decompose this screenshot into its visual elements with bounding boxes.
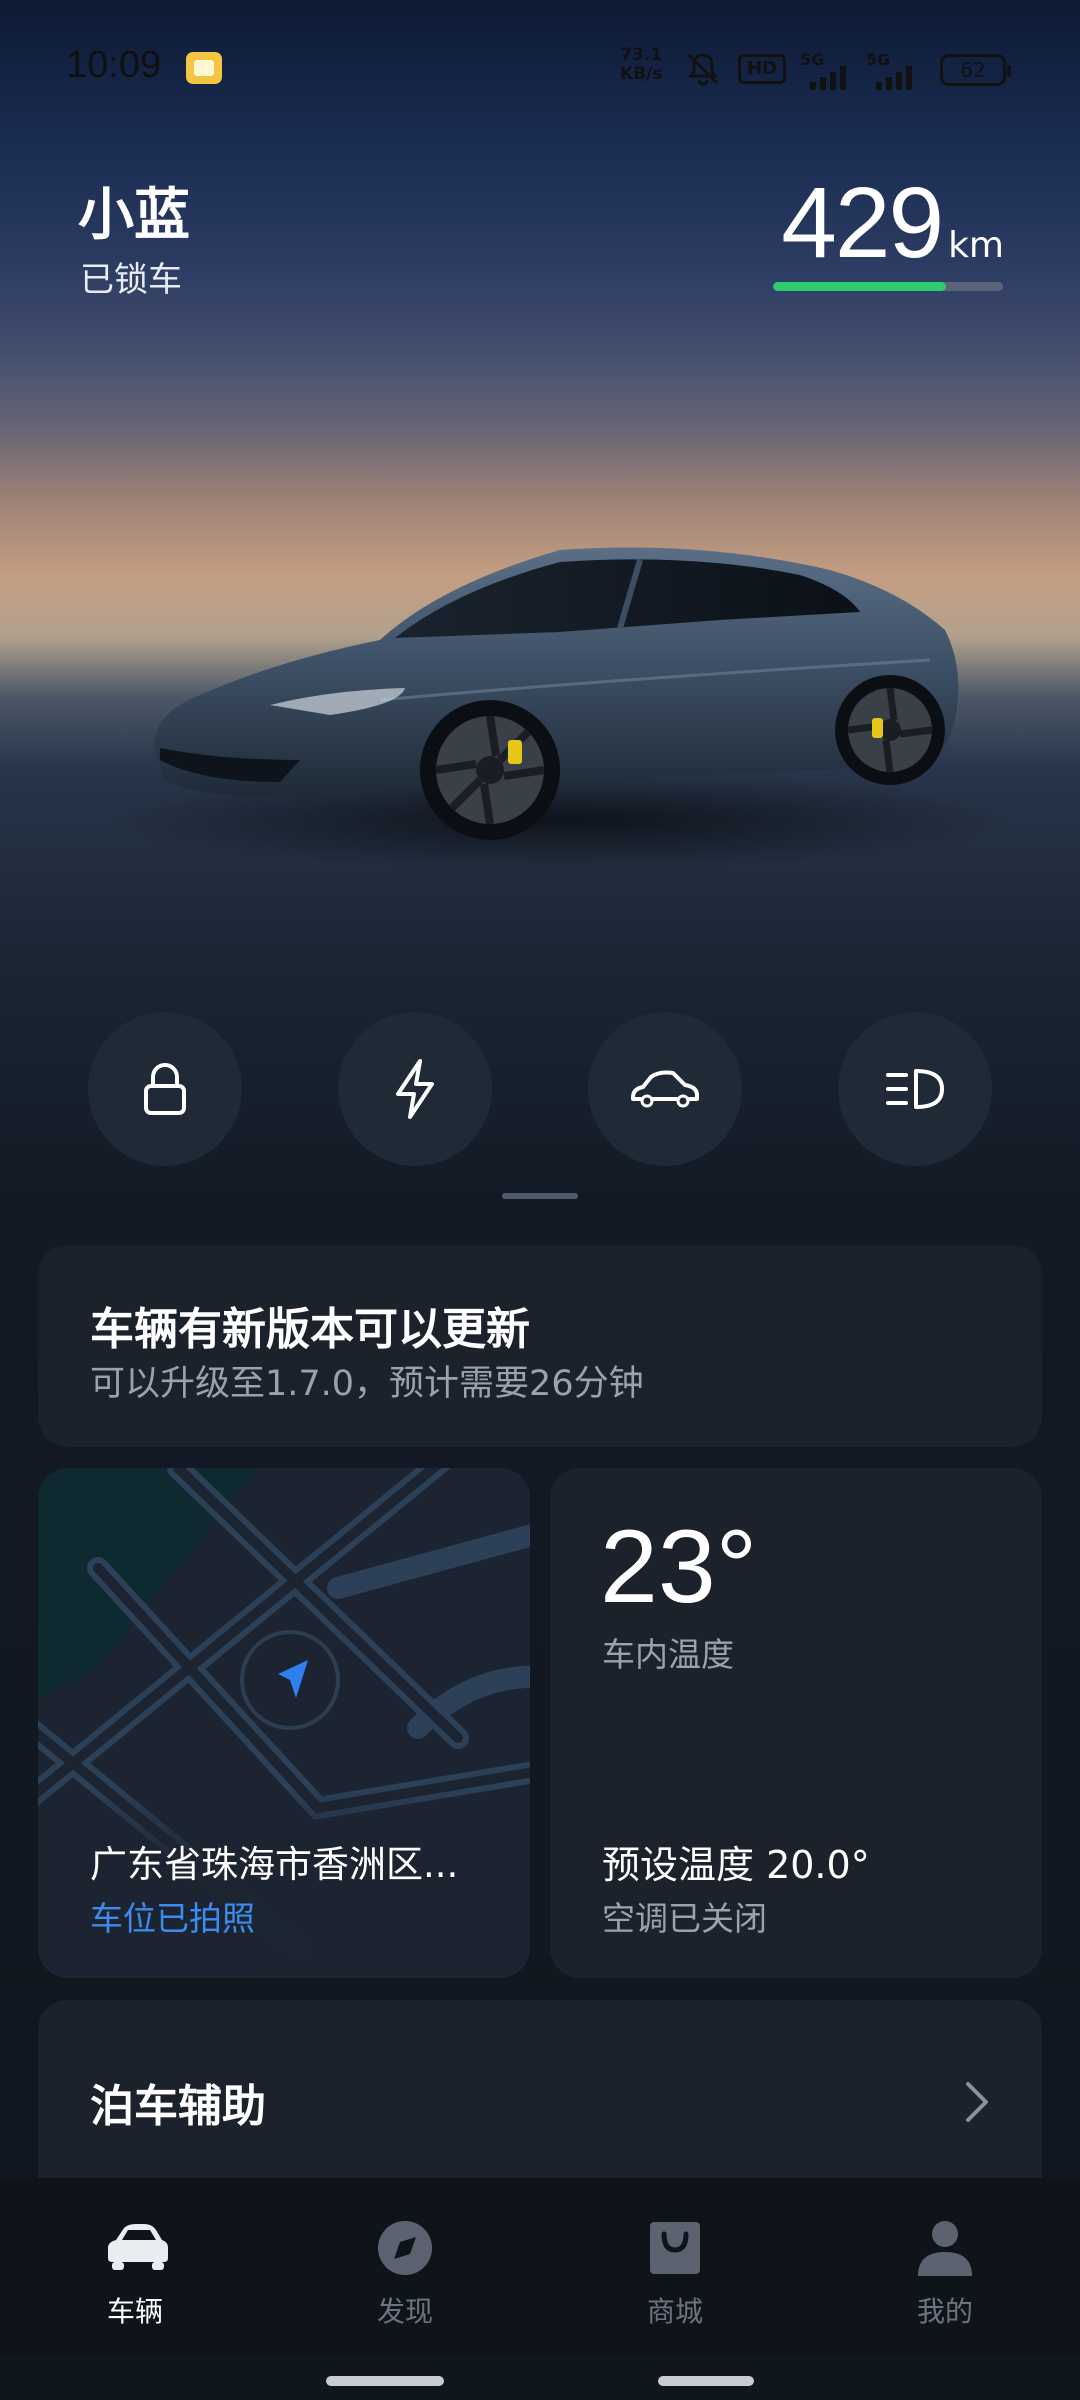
cabin-temperature-label: 车内温度 xyxy=(602,1635,734,1674)
charge-icon xyxy=(396,1059,434,1119)
navigation-arrow-icon xyxy=(240,1630,340,1730)
update-card[interactable]: 车辆有新版本可以更新 可以升级至1.7.0，预计需要26分钟 xyxy=(38,1245,1042,1447)
nav-item-vehicle[interactable]: 车辆 xyxy=(55,2218,215,2330)
status-bar: 10:09 73.1 KB/s HD 5G 5G 62 xyxy=(0,0,1080,135)
status-time: 10:09 xyxy=(66,44,162,86)
trunk-button[interactable] xyxy=(588,1012,742,1166)
vehicle-address: 广东省珠海市香洲区... xyxy=(90,1843,459,1886)
vehicle-name[interactable]: 小蓝 xyxy=(78,170,190,251)
nav-item-discover[interactable]: 发现 xyxy=(325,2218,485,2330)
range-display: 429 km xyxy=(781,166,1004,281)
shopping-bag-icon xyxy=(650,2222,700,2274)
compass-icon xyxy=(378,2221,432,2275)
charge-button[interactable] xyxy=(338,1012,492,1166)
quick-controls xyxy=(88,1012,992,1166)
parking-photo-status[interactable]: 车位已拍照 xyxy=(90,1892,255,1940)
parking-assist-title: 泊车辅助 xyxy=(90,2081,266,2132)
nav-item-profile[interactable]: 我的 xyxy=(865,2218,1025,2330)
profile-icon xyxy=(918,2221,972,2276)
lock-status: 已锁车 xyxy=(80,260,182,300)
range-value: 429 xyxy=(781,167,944,279)
trunk-icon xyxy=(631,1070,699,1108)
chevron-right-icon xyxy=(966,2082,988,2122)
signal-sim2-icon: 5G xyxy=(866,50,926,90)
update-title: 车辆有新版本可以更新 xyxy=(90,1304,530,1355)
nav-label-discover: 发现 xyxy=(376,2295,433,2328)
cabin-temperature: 23° xyxy=(600,1509,758,1625)
signal-sim1-icon: 5G xyxy=(800,50,860,90)
message-notification-icon xyxy=(186,52,222,84)
battery-range-bar xyxy=(773,282,1003,291)
network-speed-unit: KB/s xyxy=(620,64,663,84)
ac-status: 空调已关闭 xyxy=(602,1899,767,1938)
bottom-nav: 车辆 发现 商城 我的 xyxy=(0,2178,1080,2356)
headlight-icon xyxy=(886,1069,944,1109)
sheet-drag-handle[interactable] xyxy=(502,1193,578,1199)
gesture-bar-left[interactable] xyxy=(326,2376,444,2386)
battery-range-fill xyxy=(773,282,946,291)
nav-item-shop[interactable]: 商城 xyxy=(595,2218,755,2330)
climate-card[interactable]: 23° 车内温度 预设温度 20.0° 空调已关闭 xyxy=(550,1468,1042,1978)
range-unit: km xyxy=(948,225,1004,266)
network-speed-value: 73.1 xyxy=(620,45,663,65)
vehicle-image[interactable] xyxy=(0,520,1080,880)
lock-icon xyxy=(144,1063,186,1115)
preset-temperature: 预设温度 20.0° xyxy=(602,1843,870,1887)
app-screen: 10:09 73.1 KB/s HD 5G 5G 62 小蓝 已锁车 429 km xyxy=(0,0,1080,2400)
update-subtitle: 可以升级至1.7.0，预计需要26分钟 xyxy=(90,1364,644,1404)
mute-bell-icon xyxy=(687,53,719,86)
lock-button[interactable] xyxy=(88,1012,242,1166)
nav-label-vehicle: 车辆 xyxy=(106,2295,163,2328)
nav-label-shop: 商城 xyxy=(646,2295,703,2328)
car-icon xyxy=(108,2224,168,2270)
network-speed: 73.1 KB/s xyxy=(620,46,662,84)
gesture-bar-right[interactable] xyxy=(658,2376,754,2386)
nav-label-profile: 我的 xyxy=(916,2295,973,2328)
headlight-button[interactable] xyxy=(838,1012,992,1166)
location-card[interactable]: 广东省珠海市香洲区... 车位已拍照 xyxy=(38,1468,530,1978)
battery-icon: 62 xyxy=(940,54,1011,86)
hd-voice-icon: HD xyxy=(738,54,786,84)
